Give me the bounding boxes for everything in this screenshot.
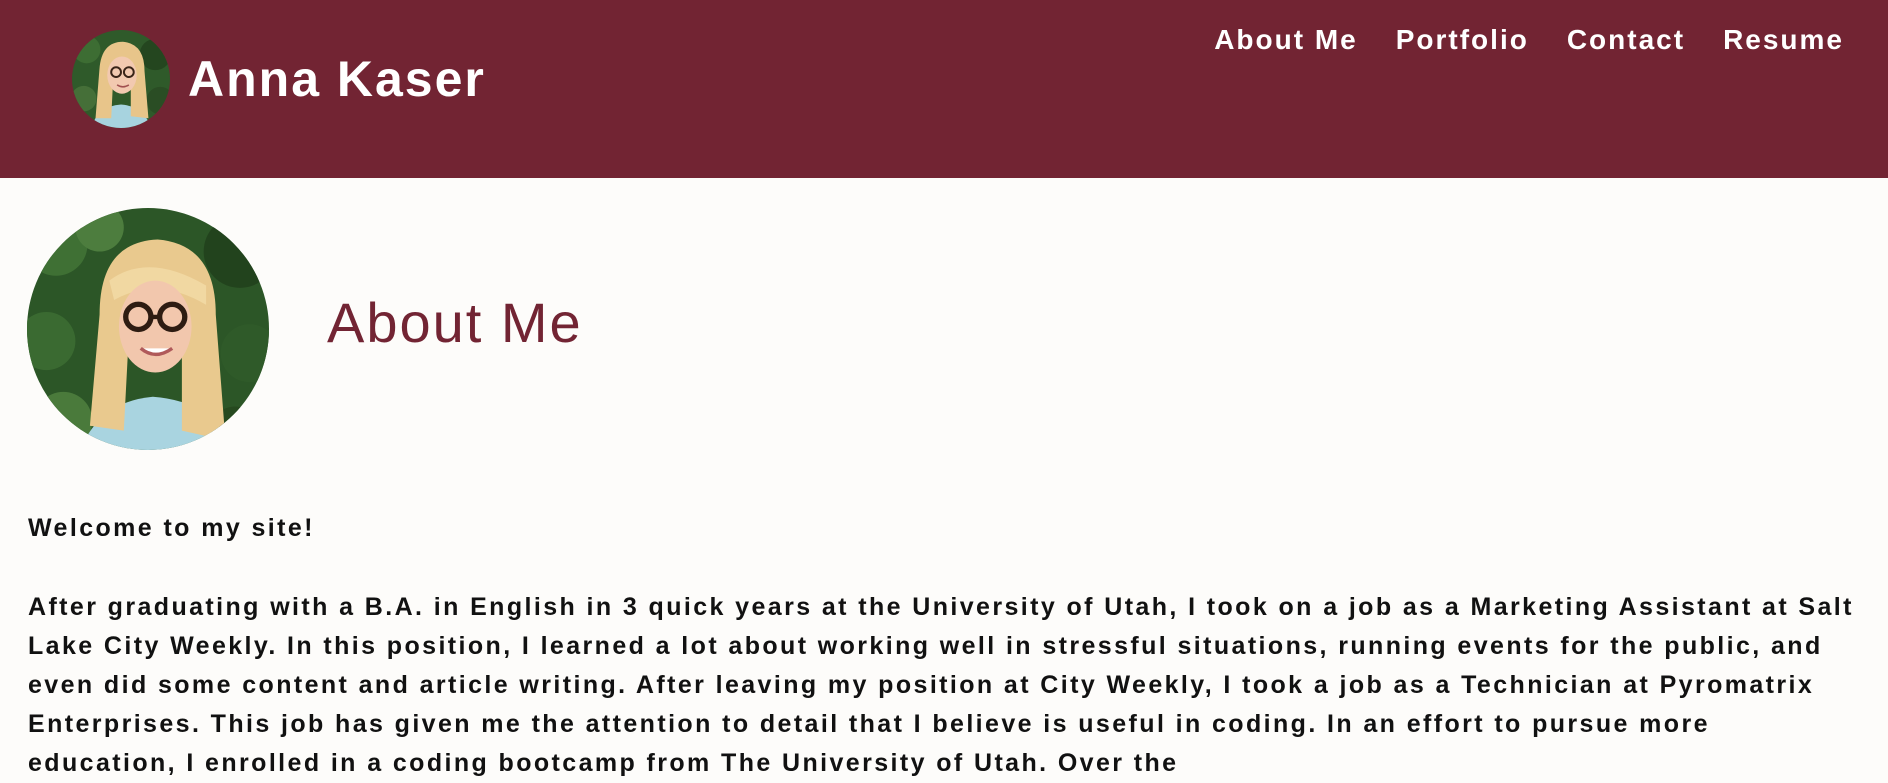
header-avatar [72,30,170,128]
nav-about-me[interactable]: About Me [1214,22,1358,58]
main-nav: About Me Portfolio Contact Resume [1176,22,1844,58]
site-header: Anna Kaser About Me Portfolio Contact Re… [0,0,1888,178]
about-content: Welcome to my site! After graduating wit… [28,510,1868,783]
welcome-text: Welcome to my site! [28,514,315,542]
header-avatar-image [72,30,170,128]
profile-photo-image [27,208,269,450]
brand-name: Anna Kaser [188,51,486,107]
nav-resume[interactable]: Resume [1723,22,1844,58]
bio-paragraph: After graduating with a B.A. in English … [28,593,1854,777]
nav-portfolio[interactable]: Portfolio [1396,22,1529,58]
brand-link[interactable]: Anna Kaser [72,30,486,128]
profile-photo [27,208,269,450]
page-title: About Me [327,291,583,354]
nav-contact[interactable]: Contact [1567,22,1685,58]
